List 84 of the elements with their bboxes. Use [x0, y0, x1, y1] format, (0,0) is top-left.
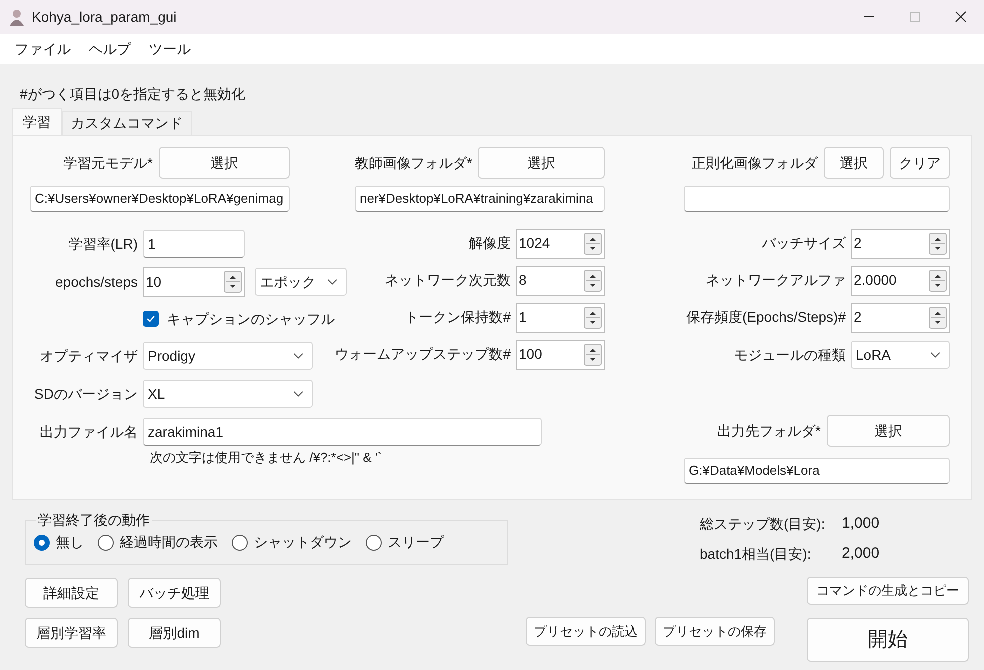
- spin-box[interactable]: 1: [516, 302, 605, 332]
- select-button[interactable]: 選択: [827, 415, 950, 447]
- field-label: トークン保持数#: [405, 308, 511, 327]
- checkbox[interactable]: [143, 311, 159, 327]
- field-label: オプティマイザ: [40, 346, 138, 366]
- preset-button[interactable]: プリセットの保存: [655, 617, 775, 646]
- path-field[interactable]: G:¥Data¥Models¥Lora: [684, 458, 950, 484]
- chevron-icon: [930, 352, 941, 358]
- spinner-icon[interactable]: [224, 271, 242, 293]
- estimate-value: 2,000: [842, 544, 880, 564]
- radio-label: シャットダウン: [254, 533, 352, 552]
- app-icon: [8, 8, 26, 26]
- hint-text: 次の文字は使用できません /¥?:*<>|" & '`: [150, 449, 382, 467]
- start-button[interactable]: 開始: [807, 618, 969, 662]
- field-label: 教師画像フォルダ*: [355, 154, 472, 172]
- checkmark-icon: [146, 314, 156, 324]
- radio-label: 経過時間の表示: [120, 533, 218, 552]
- field-label: epochs/steps: [56, 272, 138, 292]
- select-button[interactable]: クリア: [890, 147, 950, 179]
- chevron-icon: [293, 352, 304, 360]
- path-field[interactable]: ner¥Desktop¥LoRA¥training¥zarakimina: [355, 186, 605, 212]
- spin-box[interactable]: 1024: [516, 228, 605, 258]
- spinner-icon[interactable]: [584, 232, 602, 254]
- estimate-value: 1,000: [842, 514, 880, 534]
- select-button[interactable]: 選択: [478, 147, 605, 179]
- radio-button[interactable]: [232, 534, 248, 550]
- estimate-label: 総ステップ数(目安):: [700, 514, 826, 534]
- tab[interactable]: カスタムコマンド: [62, 111, 192, 135]
- radio-label: 無し: [56, 533, 84, 552]
- hint-text: #がつく項目は0を指定すると無効化: [20, 85, 247, 104]
- text-field[interactable]: 1: [143, 230, 245, 258]
- spinner-icon[interactable]: [929, 270, 947, 292]
- field-label: 出力ファイル名: [40, 422, 138, 442]
- checkbox-label: キャプションのシャッフル: [167, 310, 335, 328]
- copy-command-button[interactable]: コマンドの生成とコピー: [807, 577, 969, 605]
- dropdown[interactable]: Prodigy: [143, 342, 313, 370]
- field-label: SDのバージョン: [34, 384, 138, 404]
- spin-box[interactable]: 8: [516, 266, 605, 296]
- preset-button[interactable]: プリセットの読込: [526, 617, 646, 646]
- spinner-icon[interactable]: [929, 306, 947, 328]
- spin-box[interactable]: 100: [516, 340, 605, 370]
- menu-item[interactable]: ファイル: [6, 38, 80, 60]
- spinner-icon[interactable]: [584, 270, 602, 292]
- spin-box[interactable]: 2.0000: [851, 266, 950, 296]
- radio-button[interactable]: [34, 534, 50, 550]
- radio-button[interactable]: [98, 534, 114, 550]
- radio-button[interactable]: [366, 534, 382, 550]
- field-label: ウォームアップステップ数#: [335, 345, 511, 364]
- field-label: 出力先フォルダ*: [718, 422, 821, 440]
- estimate-label: batch1相当(目安):: [700, 544, 812, 564]
- menu-item[interactable]: ヘルプ: [80, 38, 140, 60]
- spin-box[interactable]: 2: [851, 228, 950, 258]
- action-button[interactable]: バッチ処理: [128, 578, 221, 608]
- chevron-icon: [293, 390, 304, 398]
- action-button[interactable]: 層別dim: [128, 618, 221, 648]
- field-label: 保存頻度(Epochs/Steps)#: [686, 308, 846, 327]
- chevron-icon: [327, 278, 338, 286]
- window-title: Kohya_lora_param_gui: [32, 8, 177, 27]
- field-label: ネットワーク次元数: [385, 271, 511, 290]
- dropdown[interactable]: XL: [143, 380, 313, 408]
- tab[interactable]: 学習: [12, 108, 62, 135]
- action-button[interactable]: 層別学習率: [25, 618, 118, 648]
- select-button[interactable]: 選択: [159, 147, 290, 179]
- select-button[interactable]: 選択: [824, 147, 884, 179]
- path-field[interactable]: [684, 186, 950, 212]
- spin-box[interactable]: 2: [851, 302, 950, 332]
- menu-item[interactable]: ツール: [140, 38, 200, 60]
- action-button[interactable]: 詳細設定: [25, 578, 118, 608]
- path-field[interactable]: C:¥Users¥owner¥Desktop¥LoRA¥genimag: [30, 186, 290, 212]
- field-label: ネットワークアルファ: [706, 271, 846, 290]
- field-label: モジュールの種類: [734, 346, 846, 364]
- spinner-icon[interactable]: [929, 232, 947, 254]
- dropdown[interactable]: LoRA: [851, 341, 950, 369]
- unit-dropdown[interactable]: エポック: [255, 268, 347, 296]
- field-label: 解像度: [469, 234, 511, 253]
- spinner-icon[interactable]: [584, 306, 602, 328]
- spinner-icon[interactable]: [584, 344, 602, 366]
- field-label: 学習率(LR): [68, 234, 138, 254]
- radio-label: スリープ: [388, 533, 444, 552]
- field-label: 学習元モデル*: [64, 154, 153, 172]
- field-label: バッチサイズ: [762, 234, 846, 253]
- text-field[interactable]: zarakimina1: [143, 418, 542, 446]
- field-label: 正則化画像フォルダ: [692, 154, 818, 172]
- spin-box[interactable]: 10: [143, 267, 245, 297]
